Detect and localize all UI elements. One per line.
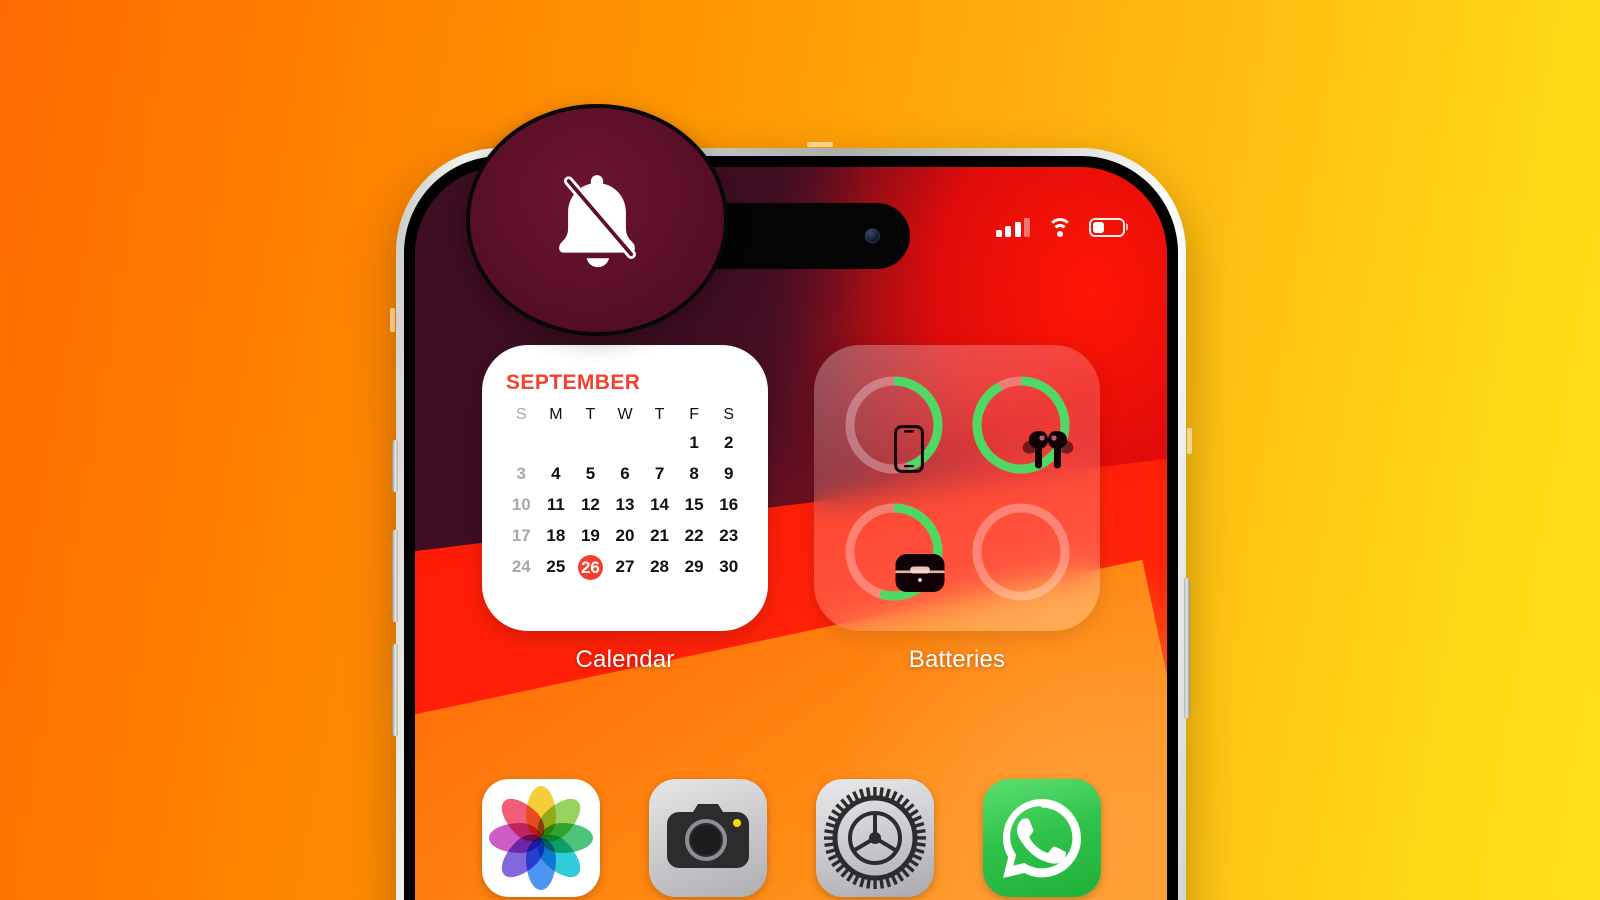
calendar-widget-label: Calendar bbox=[575, 646, 675, 673]
calendar-day[interactable]: 25 bbox=[539, 555, 574, 580]
calendar-day-empty bbox=[608, 431, 643, 455]
antenna-band-right bbox=[1187, 428, 1192, 454]
calendar-day[interactable]: 17 bbox=[504, 524, 539, 548]
power-button[interactable] bbox=[1184, 578, 1190, 718]
widget-row: SEPTEMBER S M T W T F S 1 2 3 4 5 6 7 8 9 10 11 12 13 14 15 16… bbox=[415, 345, 1167, 674]
calendar-day[interactable]: 24 bbox=[504, 555, 539, 580]
photos-icon bbox=[481, 779, 600, 897]
batteries-widget-label: Batteries bbox=[908, 646, 1006, 673]
battery-ring-empty[interactable] bbox=[965, 496, 1077, 608]
calendar-day[interactable]: 21 bbox=[642, 524, 677, 548]
calendar-day[interactable]: 18 bbox=[539, 524, 574, 548]
calendar-grid: S M T W T F S 1 2 3 4 5 6 7 8 9 10 11 12 13 14 15 16 17 18 19 20 21… bbox=[504, 406, 746, 580]
calendar-day[interactable]: 3 bbox=[504, 462, 539, 486]
calendar-day[interactable]: 20 bbox=[608, 524, 643, 548]
calendar-day[interactable]: 15 bbox=[677, 493, 712, 517]
calendar-weekday: M bbox=[549, 406, 563, 423]
calendar-day[interactable]: 9 bbox=[711, 462, 746, 486]
calendar-day-empty bbox=[504, 431, 539, 455]
calendar-day[interactable]: 8 bbox=[677, 462, 712, 486]
calendar-day[interactable]: 23 bbox=[711, 524, 746, 548]
calendar-day[interactable]: 6 bbox=[608, 462, 643, 486]
calendar-weekday: T bbox=[654, 406, 665, 423]
calendar-day[interactable]: 26 bbox=[573, 555, 608, 580]
battery-ring-gauge bbox=[972, 503, 1069, 600]
calendar-day-empty bbox=[573, 431, 608, 455]
calendar-day[interactable]: 13 bbox=[608, 493, 643, 517]
calendar-day[interactable]: 14 bbox=[642, 493, 677, 517]
app-photos[interactable]: Photos bbox=[472, 779, 610, 900]
calendar-day-empty bbox=[539, 431, 574, 455]
whatsapp-icon bbox=[982, 779, 1101, 897]
calendar-today: 26 bbox=[577, 555, 603, 580]
calendar-weekday: W bbox=[617, 406, 633, 423]
calendar-day[interactable]: 7 bbox=[642, 462, 677, 486]
calendar-weekday: S bbox=[723, 406, 735, 423]
batteries-widget-column: Batteries bbox=[814, 345, 1100, 674]
calendar-day[interactable]: 19 bbox=[573, 524, 608, 548]
calendar-weekday: S bbox=[515, 406, 527, 423]
calendar-weekday: F bbox=[689, 406, 700, 423]
calendar-day[interactable]: 11 bbox=[539, 493, 574, 517]
bell-slash-icon bbox=[559, 175, 636, 268]
calendar-day[interactable]: 27 bbox=[608, 555, 643, 580]
camera-icon bbox=[648, 779, 767, 897]
app-camera[interactable]: Camera bbox=[639, 779, 777, 900]
batteries-widget[interactable] bbox=[814, 345, 1100, 631]
calendar-weekday: T bbox=[585, 406, 596, 423]
settings-icon bbox=[815, 779, 934, 897]
battery-ring-airpods-case[interactable] bbox=[838, 496, 950, 608]
calendar-day[interactable]: 12 bbox=[573, 493, 608, 517]
calendar-day[interactable]: 2 bbox=[711, 431, 746, 455]
calendar-day-empty bbox=[642, 431, 677, 455]
calendar-widget[interactable]: SEPTEMBER S M T W T F S 1 2 3 4 5 6 7 8 9 10 11 12 13 14 15 16… bbox=[482, 345, 768, 631]
volume-down-button[interactable] bbox=[392, 644, 398, 736]
calendar-day[interactable]: 29 bbox=[677, 555, 712, 580]
calendar-day[interactable]: 22 bbox=[677, 524, 712, 548]
status-bar bbox=[995, 217, 1128, 237]
cellular-signal-icon bbox=[995, 217, 1030, 237]
volume-up-button[interactable] bbox=[392, 530, 398, 622]
calendar-month-label: SEPTEMBER bbox=[506, 371, 641, 394]
wifi-icon bbox=[1047, 217, 1072, 237]
calendar-day[interactable]: 30 bbox=[711, 555, 746, 580]
calendar-day[interactable]: 16 bbox=[711, 493, 746, 517]
app-settings[interactable]: Settings bbox=[806, 779, 944, 900]
antenna-band-top bbox=[806, 142, 833, 147]
calendar-day[interactable]: 10 bbox=[504, 493, 539, 517]
app-whatsapp[interactable]: WhatsApp bbox=[973, 779, 1111, 900]
battery-ring-iphone[interactable] bbox=[838, 369, 950, 481]
calendar-day[interactable]: 4 bbox=[539, 462, 574, 486]
calendar-day[interactable]: 5 bbox=[573, 462, 608, 486]
calendar-widget-column: SEPTEMBER S M T W T F S 1 2 3 4 5 6 7 8 9 10 11 12 13 14 15 16… bbox=[482, 345, 768, 674]
calendar-day[interactable]: 1 bbox=[677, 431, 712, 455]
battery-ring-airpods[interactable] bbox=[965, 369, 1077, 481]
front-camera-lens-icon bbox=[865, 228, 880, 244]
battery-icon bbox=[1089, 217, 1128, 237]
magnifier-callout bbox=[466, 104, 728, 336]
calendar-day[interactable]: 28 bbox=[642, 555, 677, 580]
app-grid: PhotosCameraSettingsWhatsApp1 bbox=[415, 779, 1167, 900]
antenna-band-left bbox=[390, 308, 395, 332]
action-button[interactable] bbox=[392, 440, 398, 492]
